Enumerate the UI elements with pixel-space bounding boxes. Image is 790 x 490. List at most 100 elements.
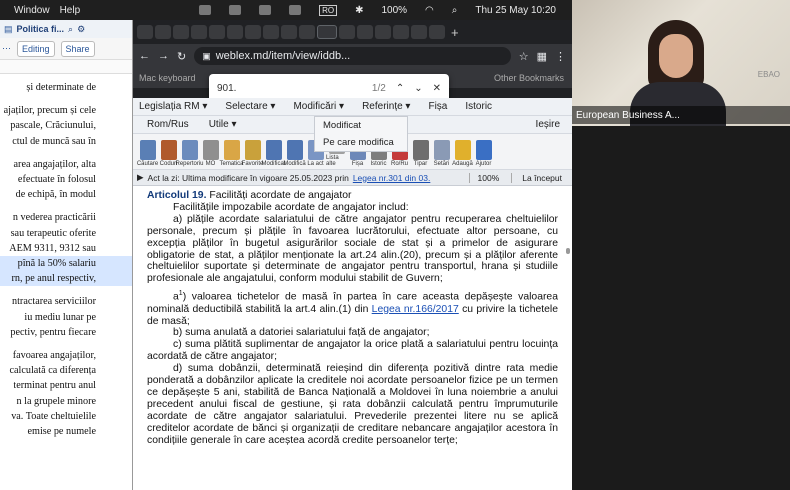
toolbar-button-favorite[interactable]: Favorite — [242, 140, 263, 167]
article-body: Articolul 19. Facilități acordate de ang… — [133, 186, 572, 447]
word-titlebar: ▤ Politica fi... ⌕ ⚙ — [0, 20, 132, 38]
paragraph-d: d) suma dobânzii, determinată reieșind d… — [147, 363, 558, 446]
forward-icon[interactable]: → — [158, 50, 169, 62]
app-icon[interactable] — [229, 5, 242, 15]
browser-tab[interactable] — [375, 25, 391, 39]
zoom-level[interactable]: 100% — [468, 172, 508, 183]
word-doc-title[interactable]: Politica fi... — [17, 24, 65, 34]
reload-icon[interactable]: ↻ — [177, 50, 186, 63]
document-line: favoarea angajaților, — [12, 350, 96, 362]
settings-icon[interactable]: ⚙ — [77, 24, 85, 35]
browser-tab[interactable] — [263, 25, 279, 39]
toolbar-button-ajutor[interactable]: Ajutor — [473, 140, 494, 167]
find-previous-icon[interactable]: ⌃ — [396, 83, 404, 94]
tool-label: Ro/Ru — [390, 161, 408, 167]
app-icon[interactable] — [199, 5, 212, 15]
browser-tab[interactable] — [357, 25, 373, 39]
go-to-start-link[interactable]: La început — [511, 172, 572, 183]
search-icon[interactable]: ⌕ — [452, 5, 458, 16]
toolbar-button-modificat[interactable]: Modificat — [262, 140, 286, 167]
browser-tab[interactable] — [137, 25, 153, 39]
document-line: rn, pe anul respectiv, — [0, 271, 132, 287]
dropdown-item-pe-care-modifica[interactable]: Pe care modifica — [315, 134, 407, 151]
toolbar-button-căutare[interactable]: Căutare — [137, 140, 158, 167]
wifi-icon[interactable]: ◠ — [425, 5, 434, 16]
participant-face — [659, 34, 693, 78]
modificari-dropdown: Modificat Pe care modifica — [314, 116, 408, 152]
document-line: calculată ca diferența — [9, 365, 96, 377]
tool-label: Lista alte — [326, 155, 339, 167]
participant-video[interactable]: EBAO European Business A... — [572, 0, 790, 126]
browser-tab[interactable] — [299, 25, 315, 39]
battery-level[interactable]: 100% — [381, 5, 407, 16]
word-toolbar: ⋯ Editing Share — [0, 38, 132, 60]
toolbar-button-tematica[interactable]: Tematica — [219, 140, 244, 167]
scrollbar-thumb[interactable] — [566, 248, 570, 254]
nav-selectare[interactable]: Selectare ▾ — [225, 101, 275, 112]
bluetooth-icon[interactable]: ✱ — [355, 5, 363, 16]
find-next-icon[interactable]: ⌄ — [414, 83, 422, 94]
nav-istoric[interactable]: Istoric — [465, 101, 492, 112]
menu-window[interactable]: Window — [14, 5, 50, 16]
law-link[interactable]: Legea nr.301 din 03. — [353, 173, 431, 183]
app-icon[interactable] — [289, 5, 302, 15]
star-icon[interactable]: ☆ — [519, 50, 529, 63]
browser-tab[interactable] — [429, 25, 445, 39]
browser-tab[interactable] — [245, 25, 261, 39]
law-166-link[interactable]: Legea nr.166/2017 — [372, 304, 459, 315]
toolbar-button-mo[interactable]: MO — [200, 140, 221, 167]
nav-modificari[interactable]: Modificări ▾ — [293, 101, 344, 112]
browser-tab[interactable] — [173, 25, 189, 39]
editing-button[interactable]: Editing — [17, 40, 55, 57]
browser-tab[interactable] — [191, 25, 207, 39]
share-button[interactable]: Share — [60, 40, 95, 57]
extensions-icon[interactable]: ▦ — [537, 50, 547, 63]
browser-tab[interactable] — [227, 25, 243, 39]
toolbar-button-setări[interactable]: Setări — [431, 140, 452, 167]
menu-icon[interactable]: ⋮ — [555, 50, 566, 63]
tool-icon — [412, 140, 429, 160]
dropdown-item-modificat[interactable]: Modificat — [315, 117, 407, 134]
clock[interactable]: Thu 25 May 10:20 — [475, 5, 556, 16]
ruler — [0, 60, 132, 74]
tool-icon — [244, 140, 261, 160]
tool-label: Tematica — [219, 161, 244, 167]
back-icon[interactable]: ← — [139, 50, 150, 62]
browser-tab-active[interactable] — [317, 25, 337, 39]
document-line: area angajaților, alta — [13, 158, 96, 170]
search-icon[interactable]: ⌕ — [68, 24, 73, 35]
play-icon[interactable]: ▶ — [137, 172, 144, 183]
other-bookmarks[interactable]: Other Bookmarks — [494, 73, 564, 83]
nav-legislatia[interactable]: Legislația RM ▾ — [139, 101, 207, 112]
browser-tab[interactable] — [393, 25, 409, 39]
nav-referinte[interactable]: Referințe ▾ — [362, 101, 410, 112]
input-source-indicator[interactable]: RO — [319, 4, 338, 16]
url-field[interactable]: ▣ weblex.md/item/view/iddb... — [194, 47, 511, 65]
nav-utile[interactable]: Utile ▾ — [209, 119, 237, 130]
browser-tab[interactable] — [411, 25, 427, 39]
document-page[interactable]: și determinate de ajaților, precum și cel… — [0, 74, 132, 439]
nav-fisa[interactable]: Fișa — [428, 101, 447, 112]
browser-tab[interactable] — [155, 25, 171, 39]
toolbar-button-repertoriu[interactable]: Repertoriu — [176, 140, 204, 167]
new-tab-icon[interactable]: + — [451, 25, 459, 40]
word-doc-icon: ▤ — [4, 23, 13, 34]
bookmark-item[interactable]: Mac keyboard — [139, 73, 196, 83]
toolbar-button-tipar[interactable]: Tipar — [410, 140, 431, 167]
browser-tab[interactable] — [281, 25, 297, 39]
nav-iesire[interactable]: Ieșire — [536, 119, 572, 130]
find-close-icon[interactable]: ✕ — [433, 83, 441, 94]
toolbar-button-adaugă[interactable]: Adaugă — [452, 140, 473, 167]
browser-tab[interactable] — [339, 25, 355, 39]
menu-help[interactable]: Help — [60, 5, 81, 16]
toolbar-button-modifică[interactable]: Modifică — [283, 140, 306, 167]
page-content: Legislația RM ▾ Selectare ▾ Modificări ▾… — [133, 98, 572, 490]
find-input[interactable]: 901. — [217, 83, 362, 94]
tool-label: Favorite — [241, 161, 264, 167]
browser-tab[interactable] — [209, 25, 225, 39]
more-icon[interactable]: ⋯ — [2, 43, 11, 54]
app-icon[interactable] — [259, 5, 272, 15]
nav-rom-rus[interactable]: Rom/Rus — [147, 119, 189, 130]
document-line: și determinate de — [26, 82, 96, 93]
